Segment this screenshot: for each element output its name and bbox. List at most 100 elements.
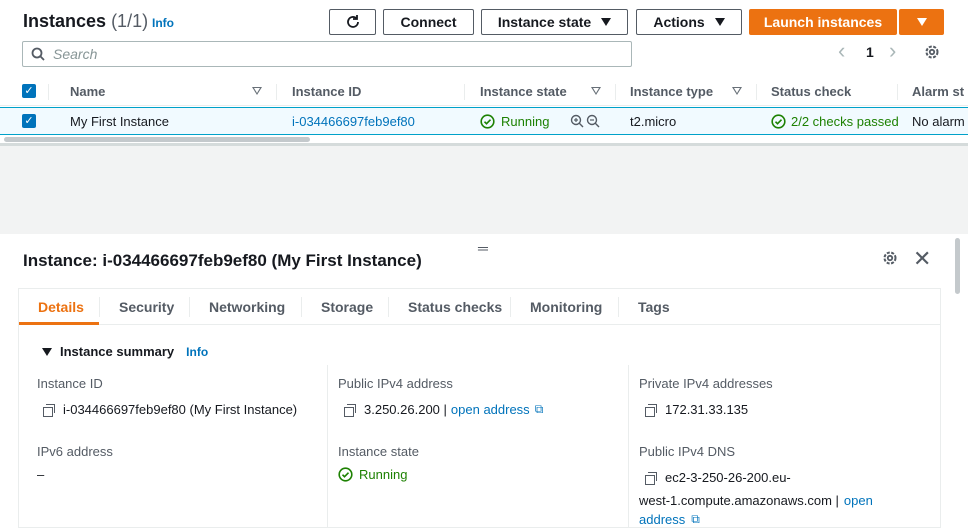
column-divider — [756, 84, 757, 100]
info-link[interactable]: Info — [152, 16, 174, 30]
ipv6-label: IPv6 address — [37, 444, 113, 459]
tab-networking[interactable]: Networking — [209, 299, 285, 315]
settings-gear-icon[interactable] — [923, 43, 941, 61]
page-title: Instances (1/1) — [23, 11, 149, 31]
copy-icon[interactable] — [645, 403, 657, 417]
sort-icon[interactable] — [591, 87, 601, 95]
refresh-button[interactable] — [329, 9, 376, 35]
search-icon — [31, 47, 45, 61]
public-dns-line3: address ⧉ — [639, 512, 700, 527]
column-divider — [48, 84, 49, 100]
tab-monitoring[interactable]: Monitoring — [530, 299, 602, 315]
split-gap — [0, 146, 968, 234]
next-page-button[interactable]: › — [889, 38, 896, 64]
search-input[interactable]: Search — [22, 41, 632, 67]
alarm-status: No alarm — [912, 114, 965, 129]
tab-details[interactable]: Details — [38, 299, 84, 315]
tab-divider — [189, 297, 190, 317]
sort-icon[interactable] — [732, 87, 742, 95]
tab-status-checks[interactable]: Status checks — [408, 299, 502, 315]
instance-summary-toggle[interactable]: Instance summary Info — [42, 344, 208, 359]
caret-down-icon — [601, 18, 612, 26]
column-header-instance-id[interactable]: Instance ID — [292, 84, 361, 99]
close-icon[interactable]: ✕ — [913, 246, 931, 272]
instance-type: t2.micro — [630, 114, 677, 129]
table-header: ✓ Name Instance ID Instance state Instan… — [0, 78, 968, 106]
panel-title: Instance: i-034466697feb9ef80 (My First … — [23, 251, 422, 270]
tab-bar: Details Security Networking Storage Stat… — [19, 289, 940, 325]
instance-state-dropdown[interactable]: Instance state — [481, 9, 628, 35]
check-circle-icon — [338, 467, 353, 482]
copy-icon[interactable] — [43, 403, 55, 417]
column-divider — [615, 84, 616, 100]
launch-instances-button[interactable]: Launch instances — [749, 9, 897, 35]
instance-name: My First Instance — [70, 114, 169, 129]
info-link[interactable]: Info — [186, 345, 208, 359]
previous-page-button[interactable]: ‹ — [838, 38, 845, 64]
private-ipv4-label: Private IPv4 addresses — [639, 376, 773, 391]
column-header-alarm-status[interactable]: Alarm st — [912, 84, 964, 99]
private-ipv4-value: 172.31.33.135 — [645, 402, 748, 417]
column-header-instance-type[interactable]: Instance type — [630, 84, 713, 99]
tab-divider — [301, 297, 302, 317]
tab-divider — [618, 297, 619, 317]
connect-button[interactable]: Connect — [383, 9, 474, 35]
instance-id-link[interactable]: i-034466697feb9ef80 — [292, 114, 415, 129]
check-circle-icon — [480, 114, 495, 129]
page-number[interactable]: 1 — [866, 44, 874, 60]
instance-count: (1/1) — [111, 11, 149, 31]
caret-down-icon — [42, 347, 52, 356]
resize-handle-icon[interactable]: ═ — [478, 240, 488, 256]
sort-icon[interactable] — [252, 87, 262, 95]
tab-tags[interactable]: Tags — [638, 299, 670, 315]
column-header-name[interactable]: Name — [70, 84, 105, 99]
column-divider — [276, 84, 277, 100]
external-link-icon[interactable]: ⧉ — [691, 512, 700, 527]
instance-state-label: Instance state — [338, 444, 419, 459]
select-all-checkbox[interactable]: ✓ — [22, 84, 36, 98]
table-row[interactable]: ✓ My First Instance i-034466697feb9ef80 … — [0, 107, 968, 135]
tab-divider — [388, 297, 389, 317]
copy-icon[interactable] — [344, 403, 356, 417]
instance-state-value: Running — [338, 467, 407, 482]
public-dns-line1: ec2-3-250-26-200.eu- — [645, 470, 791, 485]
caret-down-icon — [916, 18, 927, 26]
instance-state: Running — [480, 114, 549, 129]
copy-icon[interactable] — [645, 471, 657, 485]
check-circle-icon — [771, 114, 786, 129]
public-dns-label: Public IPv4 DNS — [639, 444, 736, 459]
column-header-status-check[interactable]: Status check — [771, 84, 851, 99]
zoom-out-icon[interactable] — [586, 114, 600, 128]
instances-header-area: Instances (1/1) Info Connect Instance st… — [0, 0, 968, 146]
ipv6-value: – — [37, 467, 45, 482]
instance-id-label: Instance ID — [37, 376, 103, 391]
tab-divider — [510, 297, 511, 317]
open-address-link[interactable]: open address — [451, 402, 530, 417]
tab-divider — [99, 297, 100, 317]
zoom-in-icon[interactable] — [570, 114, 584, 128]
column-header-instance-state[interactable]: Instance state — [480, 84, 567, 99]
tab-storage[interactable]: Storage — [321, 299, 373, 315]
open-address-link[interactable]: address — [639, 512, 685, 527]
column-divider — [327, 365, 328, 528]
refresh-icon — [346, 15, 359, 28]
column-divider — [464, 84, 465, 100]
launch-dropdown-button[interactable] — [899, 9, 944, 35]
tab-security[interactable]: Security — [119, 299, 174, 315]
instance-id-value: i-034466697feb9ef80 (My First Instance) — [43, 402, 297, 417]
settings-gear-icon[interactable] — [881, 249, 899, 267]
instance-details-panel: Instance: i-034466697feb9ef80 (My First … — [0, 234, 954, 528]
actions-dropdown[interactable]: Actions — [636, 9, 742, 35]
public-ipv4-value: 3.250.26.200 | open address ⧉ — [344, 402, 543, 417]
row-checkbox[interactable]: ✓ — [22, 114, 36, 128]
status-check: 2/2 checks passed — [771, 114, 899, 129]
horizontal-scrollbar[interactable] — [4, 137, 310, 142]
public-ipv4-label: Public IPv4 address — [338, 376, 453, 391]
caret-down-icon — [714, 18, 725, 26]
active-tab-indicator — [19, 322, 99, 325]
vertical-scrollbar[interactable] — [955, 238, 960, 294]
instances-table: ✓ Name Instance ID Instance state Instan… — [0, 78, 968, 135]
public-dns-line2: west-1.compute.amazonaws.com | open — [639, 493, 873, 508]
external-link-icon[interactable]: ⧉ — [535, 402, 544, 417]
open-address-link[interactable]: open — [844, 493, 873, 508]
